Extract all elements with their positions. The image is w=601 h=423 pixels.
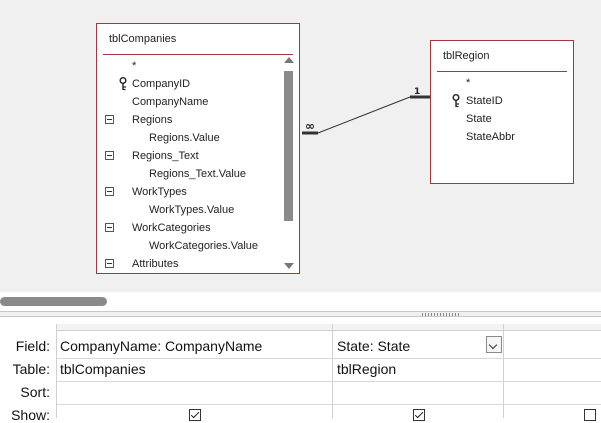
show-checkbox[interactable]: [189, 409, 201, 421]
field-name: WorkTypes.Value: [149, 204, 235, 216]
field-list-item[interactable]: State: [431, 110, 561, 128]
horizontal-scrollbar-thumb[interactable]: [0, 297, 107, 306]
field-list-item[interactable]: Regions: [97, 111, 279, 129]
row-label-show: Show:: [11, 407, 50, 423]
field-cell[interactable]: [508, 338, 598, 358]
field-name: Attributes: [132, 258, 179, 270]
field-cell[interactable]: CompanyName: CompanyName: [60, 338, 262, 354]
scroll-thumb[interactable]: [284, 71, 293, 221]
table-title[interactable]: tblCompanies: [97, 24, 299, 54]
column-selector[interactable]: [504, 324, 601, 331]
table-cell[interactable]: tblRegion: [337, 361, 396, 377]
field-name: CompanyID: [132, 78, 191, 90]
relationship-pane[interactable]: ∞ 1 tblCompanies * CompanyID CompanyName Re…: [0, 0, 601, 292]
collapse-icon[interactable]: [105, 115, 114, 124]
relationship-join-line[interactable]: [317, 96, 411, 134]
field-list-item[interactable]: CompanyID: [97, 75, 279, 93]
field-dropdown-button[interactable]: [486, 336, 502, 353]
field-list-item[interactable]: CompanyName: [97, 93, 279, 111]
sort-cell[interactable]: [508, 384, 598, 404]
table-cell[interactable]: [508, 361, 598, 381]
collapse-icon[interactable]: [105, 151, 114, 160]
column-selector[interactable]: [57, 324, 332, 331]
field-name: State: [466, 113, 492, 125]
field-list-item[interactable]: WorkTypes.Value: [97, 201, 279, 219]
show-checkbox[interactable]: [584, 409, 596, 421]
table-tblregion[interactable]: tblRegion * StateID State StateAbbr: [430, 40, 574, 184]
field-name: WorkCategories: [132, 222, 211, 234]
show-checkbox[interactable]: [413, 409, 425, 421]
row-label-table: Table:: [12, 361, 50, 377]
row-label-field: Field:: [15, 338, 50, 354]
field-name: StateAbbr: [466, 131, 515, 143]
field-name: *: [466, 77, 471, 89]
field-name: Regions.Value: [149, 132, 220, 144]
field-name: WorkCategories.Value: [149, 240, 259, 252]
column-selector[interactable]: [333, 324, 503, 331]
primary-key-icon: [452, 94, 460, 108]
collapse-icon[interactable]: [105, 223, 114, 232]
collapse-icon[interactable]: [105, 187, 114, 196]
field-list-item[interactable]: StateID: [431, 92, 561, 110]
field-list-item[interactable]: *: [97, 57, 279, 75]
field-cell[interactable]: State: State: [337, 338, 410, 354]
relationship-many-symbol: ∞: [305, 119, 315, 133]
field-name: *: [132, 60, 137, 72]
collapse-icon[interactable]: [105, 259, 114, 268]
title-divider: [103, 54, 293, 55]
field-name: Regions: [132, 114, 173, 126]
sort-cell[interactable]: [60, 384, 330, 404]
field-list-item[interactable]: *: [431, 74, 561, 92]
field-list-item[interactable]: Regions.Value: [97, 129, 279, 147]
field-list-item[interactable]: Regions_Text.Value: [97, 165, 279, 183]
field-name: StateID: [466, 95, 503, 107]
query-design-grid[interactable]: Field: Table: Sort: Show: CompanyName: C…: [0, 317, 601, 423]
field-list-item[interactable]: WorkCategories: [97, 219, 279, 237]
title-divider: [437, 71, 567, 72]
field-name: WorkTypes: [132, 186, 187, 198]
splitter-grip-icon[interactable]: [422, 313, 460, 316]
table-cell[interactable]: tblCompanies: [60, 361, 146, 377]
field-list-item[interactable]: StateAbbr: [431, 128, 561, 146]
grid-divider: [57, 358, 601, 359]
field-list-scrollbar[interactable]: [283, 57, 294, 269]
field-list-item[interactable]: Regions_Text: [97, 147, 279, 165]
grid-divider: [57, 404, 601, 405]
row-label-sort: Sort:: [20, 384, 50, 400]
field-list-item[interactable]: WorkCategories.Value: [97, 237, 279, 255]
field-name: Regions_Text.Value: [149, 168, 247, 180]
field-name: Regions_Text: [132, 150, 199, 162]
scroll-up-icon[interactable]: [284, 57, 294, 63]
field-list-item[interactable]: WorkTypes: [97, 183, 279, 201]
sort-cell[interactable]: [337, 384, 501, 404]
table-title[interactable]: tblRegion: [431, 41, 573, 71]
field-name: CompanyName: [132, 96, 209, 108]
table-tblcompanies[interactable]: tblCompanies * CompanyID CompanyName Region…: [96, 23, 300, 274]
grid-divider: [57, 381, 601, 382]
relationship-one-symbol: 1: [414, 87, 420, 97]
field-list-item[interactable]: Attributes: [97, 255, 279, 273]
primary-key-icon: [119, 77, 127, 91]
scroll-down-icon[interactable]: [284, 263, 294, 269]
